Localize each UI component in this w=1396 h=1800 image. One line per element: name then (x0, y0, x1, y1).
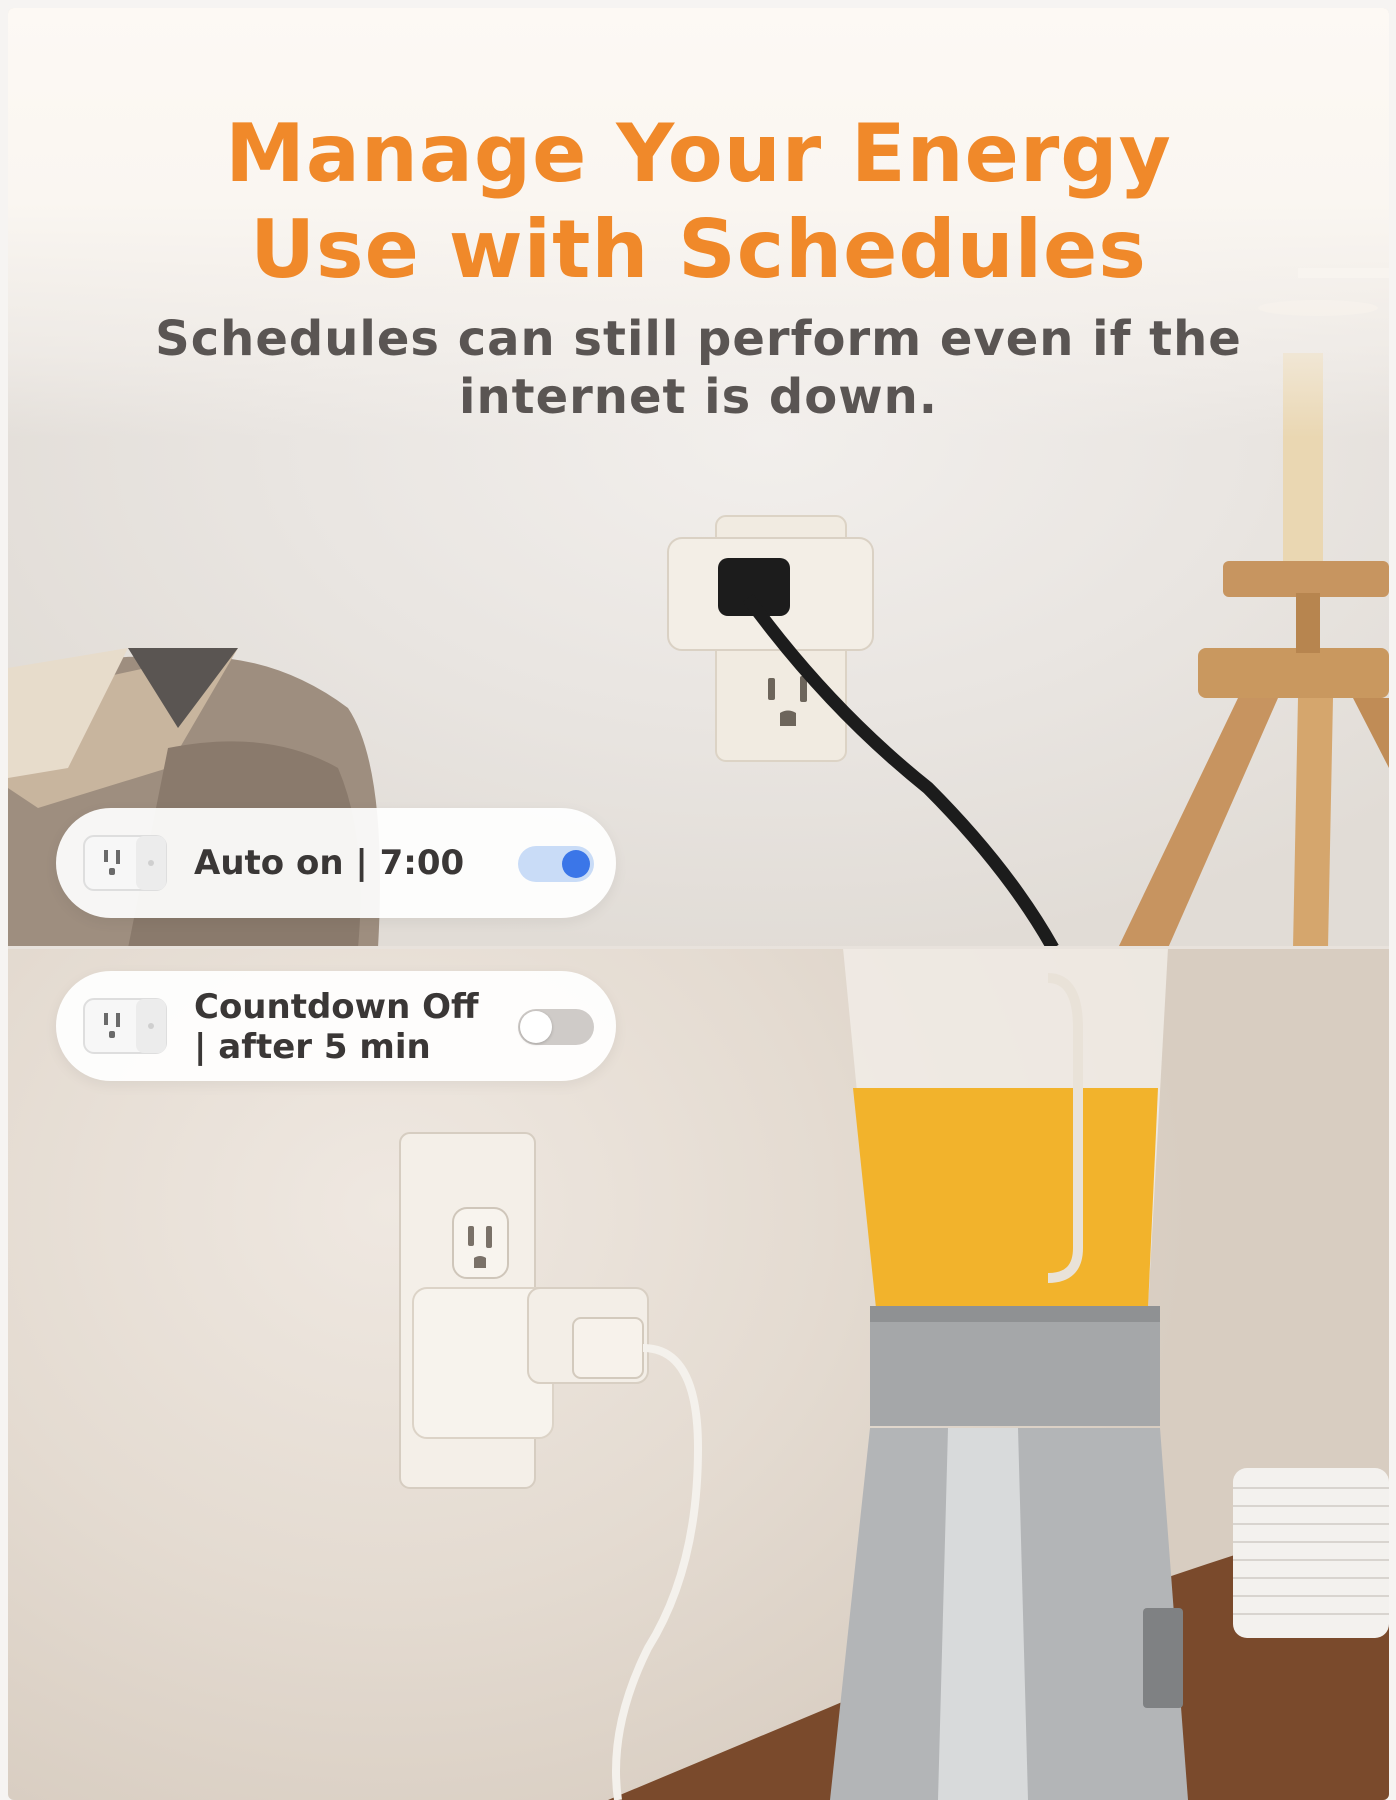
countdown-off-label-line-1: Countdown Off (194, 987, 479, 1027)
smart-plug-icon (83, 835, 167, 891)
countdown-off-toggle[interactable] (518, 1009, 594, 1045)
auto-on-label: Auto on | 7:00 (194, 843, 465, 883)
wall-outlet-with-white-plug (399, 1132, 703, 1800)
blender-illustration (830, 948, 1188, 1800)
subtitle: Schedules can still perform even if the … (128, 310, 1269, 426)
headline-line-2: Use with Schedules (250, 203, 1147, 296)
schedule-card-countdown-off[interactable]: Countdown Off | after 5 min (56, 971, 616, 1081)
toggle-knob (520, 1011, 552, 1043)
wall-outlet-with-smart-plug (667, 515, 1059, 948)
smart-plug-icon (83, 998, 167, 1054)
auto-on-toggle[interactable] (518, 846, 594, 882)
subtitle-line-2: internet is down. (459, 369, 938, 425)
scene-divider (8, 946, 1389, 949)
schedule-card-auto-on[interactable]: Auto on | 7:00 (56, 808, 616, 918)
plates-stack-illustration (1233, 1468, 1389, 1638)
headline-line-1: Manage Your Energy (225, 107, 1172, 200)
headline: Manage Your Energy Use with Schedules (8, 106, 1389, 298)
product-image-frame: Manage Your Energy Use with Schedules Sc… (8, 8, 1389, 1800)
subtitle-line-1: Schedules can still perform even if the (155, 311, 1242, 367)
countdown-off-label: Countdown Off | after 5 min (194, 987, 494, 1067)
countdown-off-label-line-2: | after 5 min (194, 1027, 431, 1067)
toggle-knob (562, 850, 590, 878)
